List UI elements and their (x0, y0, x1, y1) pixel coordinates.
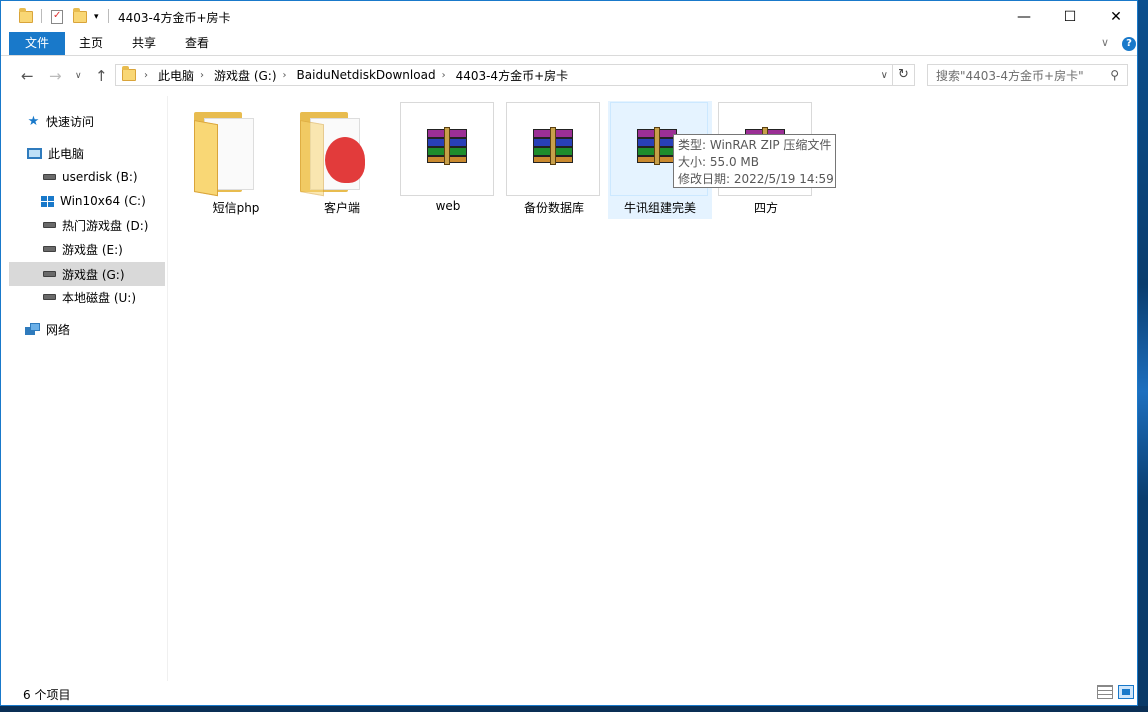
refresh-icon[interactable]: ↻ (893, 64, 915, 86)
tooltip-size: 大小: 55.0 MB (678, 155, 759, 169)
large-icons-view-icon[interactable] (1118, 685, 1134, 699)
breadcrumb-drive-g[interactable]: 游戏盘 (G:) (214, 67, 277, 84)
navigation-pane: ★ 快速访问 此电脑 userdisk (B:) Win10x64 (C:) 热… (1, 96, 168, 681)
tab-view[interactable]: 查看 (173, 32, 221, 55)
sidebar-item-drive-d[interactable]: 热门游戏盘 (D:) (9, 213, 165, 237)
desktop-background (1138, 0, 1148, 712)
explorer-window: ✓ ▾ 4403-4方金币+房卡 — ☐ ✕ 文件 主页 共享 查看 ∨ ? ←… (0, 0, 1138, 706)
up-arrow-icon[interactable]: ↑ (95, 67, 108, 85)
forward-arrow-icon[interactable]: → (49, 67, 62, 85)
sidebar-item-drive-b[interactable]: userdisk (B:) (9, 165, 165, 189)
breadcrumb-current-folder[interactable]: 4403-4方金币+房卡 (456, 67, 569, 84)
properties-icon[interactable]: ✓ (51, 8, 63, 26)
sidebar-item-drive-c[interactable]: Win10x64 (C:) (9, 189, 165, 213)
file-name: 牛讯组建完美 (623, 201, 696, 215)
file-name: 客户端 (323, 201, 360, 215)
search-icon: ⚲ (1110, 68, 1119, 82)
status-bar: 6 个项目 (1, 681, 1137, 705)
sidebar-item-drive-e[interactable]: 游戏盘 (E:) (9, 237, 165, 261)
item-count: 6 个项目 (23, 688, 71, 702)
star-icon: ★ (27, 113, 40, 129)
breadcrumb-this-pc[interactable]: 此电脑 (158, 67, 194, 84)
windows-drive-icon (41, 195, 54, 207)
close-button[interactable]: ✕ (1093, 1, 1139, 32)
customize-quick-access-icon[interactable]: ▾ (94, 8, 99, 26)
file-name: web (435, 199, 461, 213)
file-item[interactable]: web (399, 101, 497, 219)
folder-icon (188, 102, 282, 197)
back-arrow-icon[interactable]: ← (21, 67, 34, 85)
file-item[interactable]: 备份数据库 (505, 101, 603, 219)
new-folder-icon[interactable] (73, 8, 87, 26)
help-icon[interactable]: ? (1122, 37, 1136, 51)
address-dropdown-icon[interactable]: ∨ (881, 70, 888, 81)
tab-share[interactable]: 共享 (119, 32, 169, 55)
chevron-right-icon: › (144, 69, 148, 81)
sidebar-item-drive-u[interactable]: 本地磁盘 (U:) (9, 285, 165, 309)
drive-icon (43, 246, 56, 252)
desktop-background (0, 706, 1148, 712)
drive-icon (43, 222, 56, 228)
search-input[interactable]: 搜索"4403-4方金币+房卡" ⚲ (927, 64, 1128, 86)
sidebar-item-this-pc[interactable]: 此电脑 (27, 141, 165, 165)
app-folder-icon (294, 102, 388, 197)
tab-file[interactable]: 文件 (9, 32, 65, 55)
file-item[interactable]: 客户端 (293, 101, 391, 219)
breadcrumb-baidunetdiskdownload[interactable]: BaiduNetdiskDownload (297, 68, 436, 82)
navigation-bar: ← → ∨ ↑ › 此电脑 › 游戏盘 (G:) › BaiduNetdiskD… (1, 56, 1137, 96)
expand-ribbon-icon[interactable]: ∨ (1101, 36, 1109, 49)
minimize-button[interactable]: — (1001, 1, 1047, 32)
tooltip-modified: 修改日期: 2022/5/19 14:59 (678, 172, 834, 186)
file-name: 备份数据库 (523, 201, 584, 215)
file-item[interactable]: 短信php (187, 101, 285, 219)
sidebar-item-network[interactable]: 网络 (25, 317, 165, 341)
sidebar-item-drive-g[interactable]: 游戏盘 (G:) (9, 262, 165, 286)
drive-icon (43, 271, 56, 277)
drive-icon (43, 174, 56, 180)
chevron-right-icon[interactable]: › (442, 70, 446, 81)
address-bar[interactable]: › 此电脑 › 游戏盘 (G:) › BaiduNetdiskDownload … (115, 64, 893, 86)
tooltip-type: 类型: WinRAR ZIP 压缩文件 (678, 138, 832, 152)
file-name: 短信php (212, 201, 260, 215)
computer-icon (27, 147, 42, 159)
winrar-archive-icon (506, 102, 600, 196)
window-title: 4403-4方金币+房卡 (118, 11, 231, 25)
drive-icon (43, 294, 56, 300)
file-tooltip: 类型: WinRAR ZIP 压缩文件 大小: 55.0 MB 修改日期: 20… (673, 134, 836, 188)
network-icon (25, 323, 40, 335)
file-name: 四方 (753, 201, 778, 215)
tab-home[interactable]: 主页 (67, 32, 115, 55)
maximize-button[interactable]: ☐ (1047, 1, 1093, 32)
file-view[interactable]: 短信php 客户端 web 备份数据库 牛讯组建完美 四方 (168, 96, 1138, 681)
details-view-icon[interactable] (1097, 685, 1113, 699)
recent-locations-icon[interactable]: ∨ (75, 71, 82, 81)
folder-icon (19, 8, 33, 26)
title-bar: ✓ ▾ 4403-4方金币+房卡 — ☐ ✕ (1, 1, 1137, 32)
sidebar-item-quick-access[interactable]: ★ 快速访问 (27, 109, 165, 133)
chevron-right-icon[interactable]: › (200, 70, 204, 81)
chevron-right-icon[interactable]: › (283, 70, 287, 81)
search-placeholder: 搜索"4403-4方金币+房卡" (936, 68, 1084, 83)
folder-icon (122, 66, 136, 81)
winrar-archive-icon (400, 102, 494, 196)
ribbon-tabs: 文件 主页 共享 查看 ∨ ? (1, 32, 1137, 56)
